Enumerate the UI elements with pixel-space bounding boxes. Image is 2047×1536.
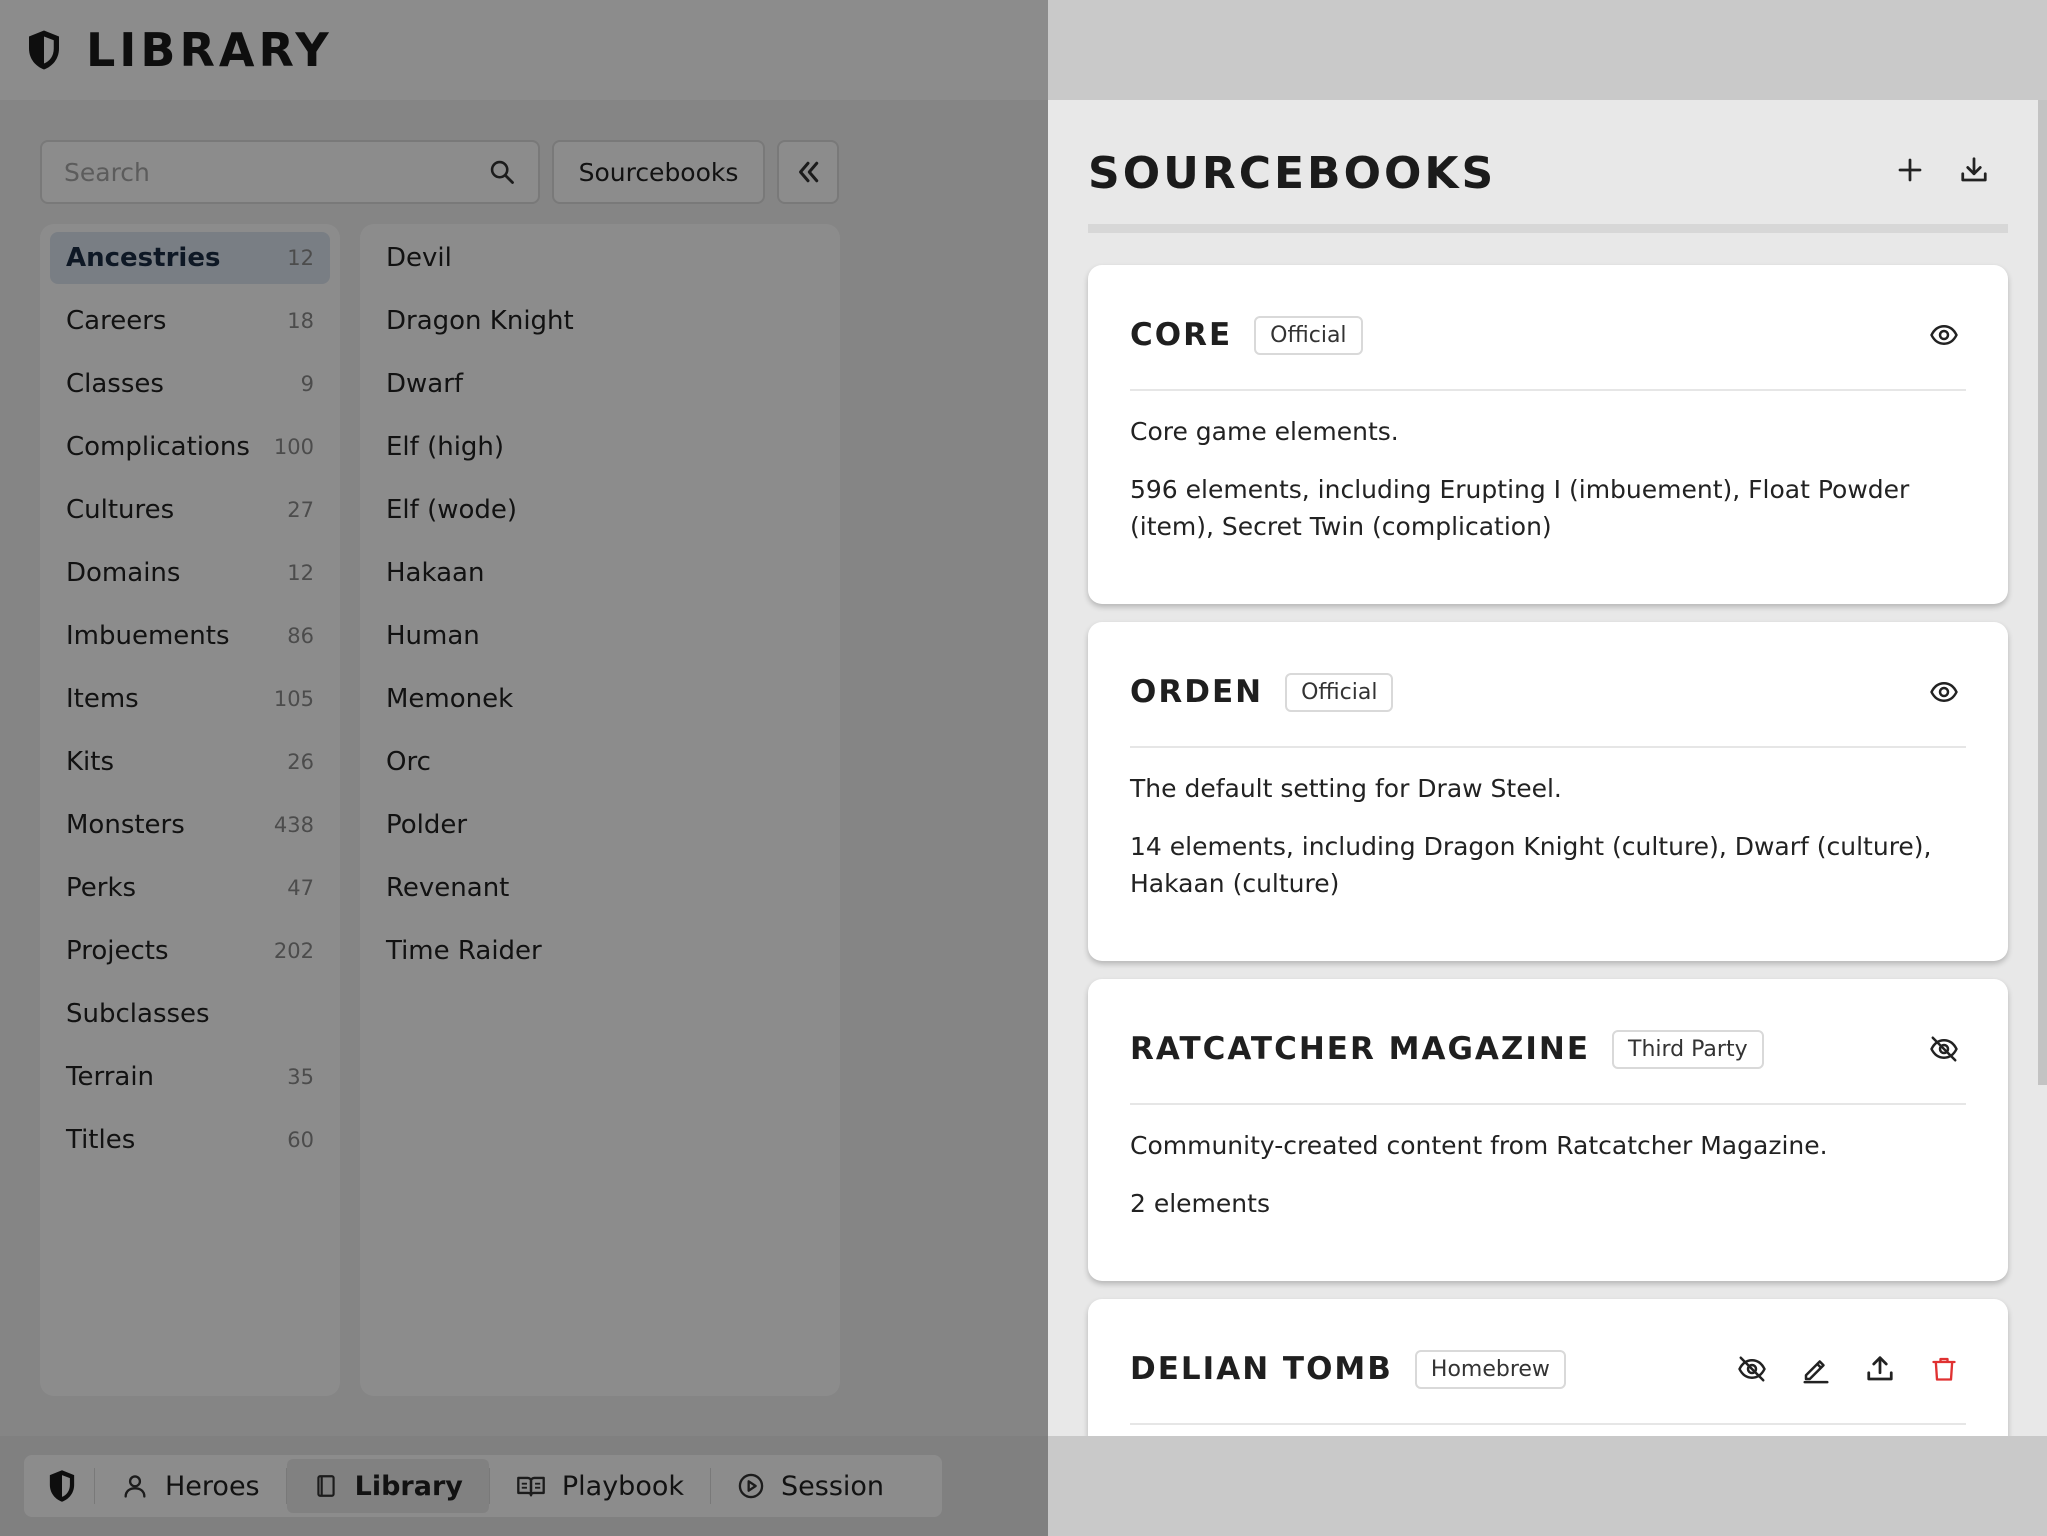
scrollbar[interactable] bbox=[2038, 100, 2047, 1085]
import-sourcebook-button[interactable] bbox=[1954, 150, 1994, 190]
modal-backdrop[interactable] bbox=[0, 0, 1048, 1536]
sourcebook-header: CORE Official bbox=[1130, 265, 1966, 391]
toggle-visibility-button[interactable] bbox=[1730, 1347, 1774, 1391]
sourcebook-actions bbox=[1710, 1347, 1966, 1391]
add-sourcebook-button[interactable] bbox=[1890, 150, 1930, 190]
sourcebook-element-summary: 14 elements, including Dragon Knight (cu… bbox=[1130, 832, 1932, 898]
divider bbox=[1088, 224, 2008, 233]
sourcebook-actions bbox=[1902, 1027, 1966, 1071]
eye-icon bbox=[1930, 682, 1958, 702]
sourcebook-card: CORE Official Core game elements. 596 el… bbox=[1088, 265, 2008, 604]
delete-sourcebook-button[interactable] bbox=[1922, 1347, 1966, 1391]
drawer-content: SOURCEBOOKS CORE Official Core game elem… bbox=[1048, 100, 2047, 1436]
trash-icon bbox=[1932, 1357, 1956, 1381]
sourcebook-name: RATCATCHER MAGAZINE bbox=[1130, 1031, 1591, 1067]
sourcebook-description: Core game elements. bbox=[1130, 417, 1399, 446]
eye-off-icon bbox=[1930, 1036, 1958, 1062]
sourcebook-card: DELIAN TOMB Homebrew bbox=[1088, 1299, 2008, 1436]
sourcebook-header: RATCATCHER MAGAZINE Third Party bbox=[1130, 979, 1966, 1105]
drawer-title: SOURCEBOOKS bbox=[1088, 148, 1497, 199]
toggle-visibility-button[interactable] bbox=[1922, 670, 1966, 714]
eye-off-icon bbox=[1738, 1356, 1766, 1382]
sourcebook-header: ORDEN Official bbox=[1130, 622, 1966, 748]
sourcebook-card: ORDEN Official The default setting for D… bbox=[1088, 622, 2008, 961]
sourcebook-header: DELIAN TOMB Homebrew bbox=[1130, 1299, 1966, 1425]
plus-icon bbox=[1898, 158, 1922, 182]
eye-icon bbox=[1930, 325, 1958, 345]
toggle-visibility-button[interactable] bbox=[1922, 1027, 1966, 1071]
sourcebook-element-summary: 2 elements bbox=[1130, 1189, 1270, 1218]
sourcebook-actions bbox=[1902, 670, 1966, 714]
sourcebook-element-summary: 596 elements, including Erupting I (imbu… bbox=[1130, 475, 1910, 541]
sourcebook-name: CORE bbox=[1130, 317, 1233, 353]
sourcebook-name: DELIAN TOMB bbox=[1130, 1351, 1393, 1387]
sourcebook-type-badge: Official bbox=[1254, 315, 1363, 355]
sourcebook-type-badge: Third Party bbox=[1612, 1029, 1764, 1069]
sourcebook-card: RATCATCHER MAGAZINE Third Party Communit… bbox=[1088, 979, 2008, 1281]
upload-icon bbox=[1867, 1356, 1893, 1381]
pencil-icon bbox=[1803, 1360, 1829, 1384]
toggle-visibility-button[interactable] bbox=[1922, 313, 1966, 357]
sourcebook-description: The default setting for Draw Steel. bbox=[1130, 774, 1562, 803]
sourcebook-description: Community-created content from Ratcatche… bbox=[1130, 1131, 1828, 1160]
download-icon bbox=[1961, 157, 1987, 182]
edit-sourcebook-button[interactable] bbox=[1794, 1347, 1838, 1391]
sourcebooks-drawer: SOURCEBOOKS CORE Official Core game elem… bbox=[1048, 0, 2047, 1536]
sourcebook-type-badge: Homebrew bbox=[1414, 1349, 1566, 1389]
sourcebook-name: ORDEN bbox=[1130, 674, 1264, 710]
sourcebook-type-badge: Official bbox=[1285, 672, 1394, 712]
export-sourcebook-button[interactable] bbox=[1858, 1347, 1902, 1391]
sourcebook-actions bbox=[1902, 313, 1966, 357]
